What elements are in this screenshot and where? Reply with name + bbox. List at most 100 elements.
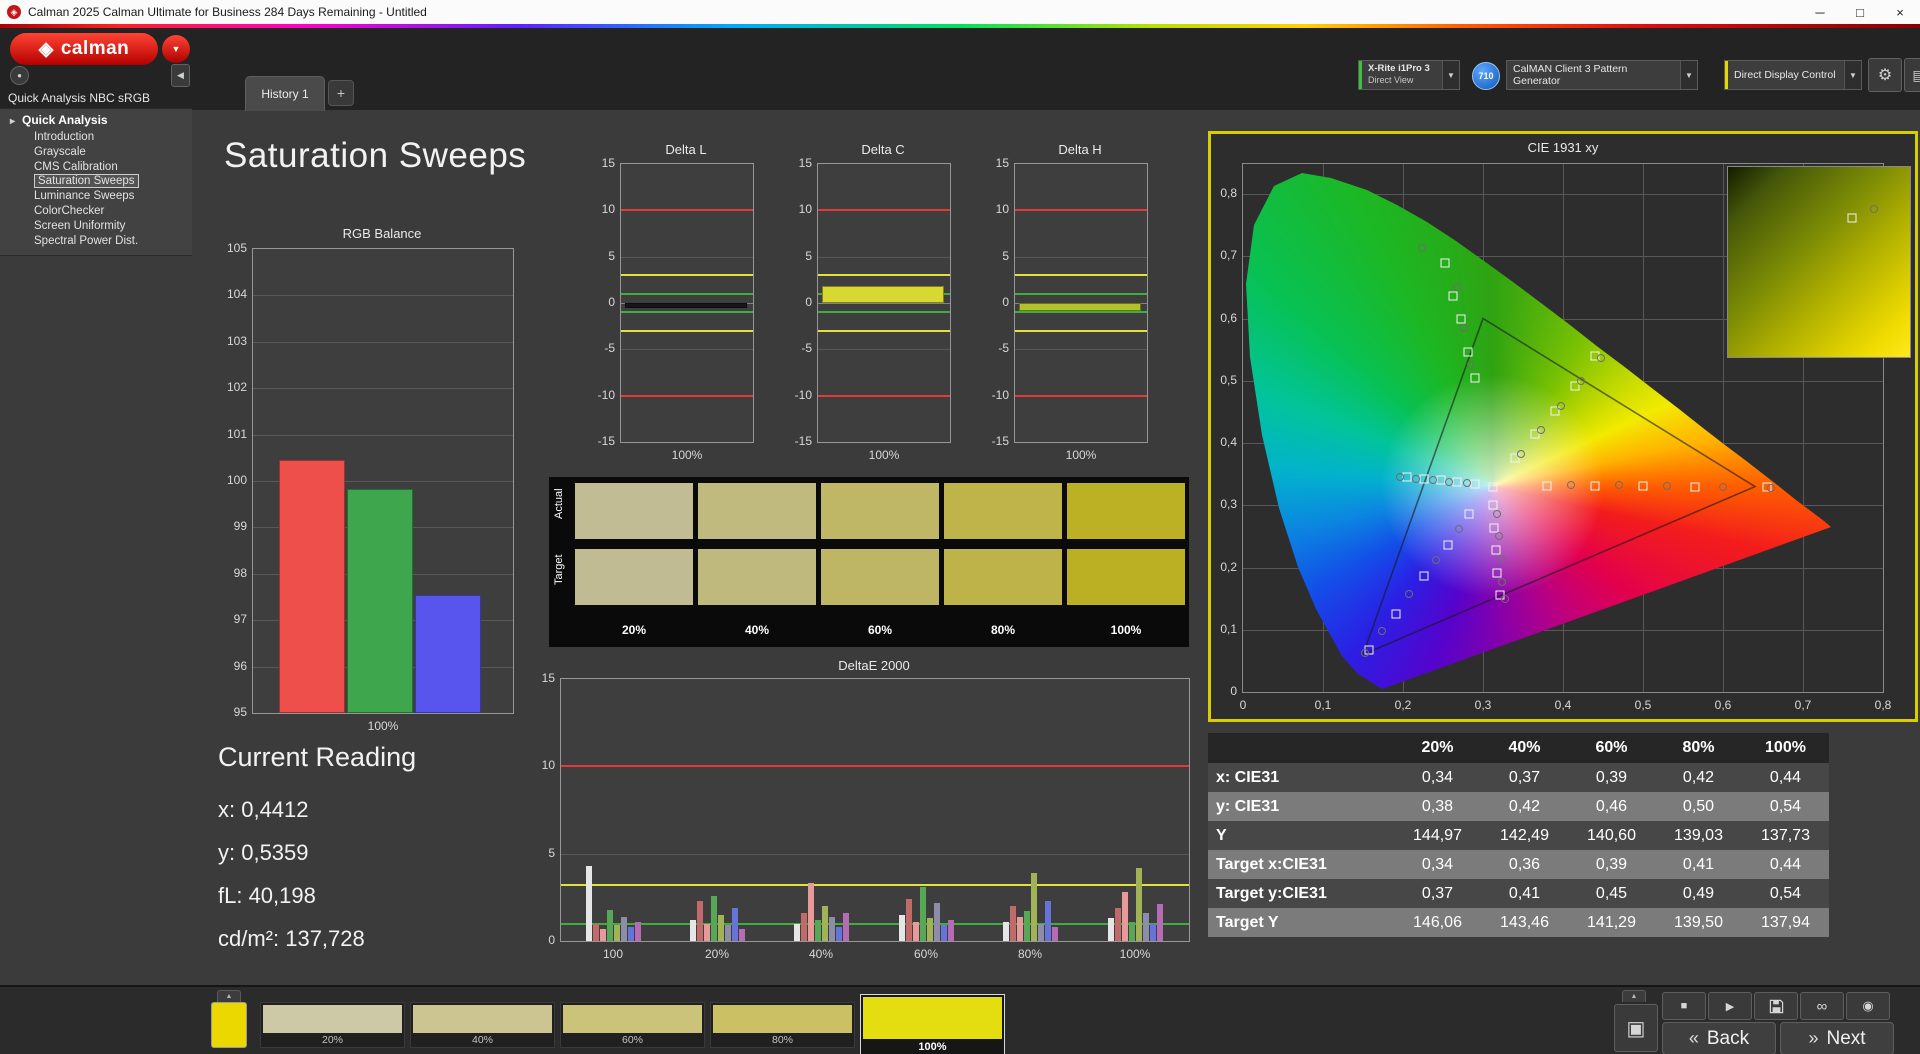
table-value-cell: 0,39: [1568, 850, 1655, 879]
target-point: [1489, 523, 1499, 533]
chevron-left-icon: ◀: [177, 70, 184, 80]
tolerance-line: [621, 394, 753, 397]
continuous-measure-button[interactable]: ∞: [1800, 992, 1844, 1020]
measured-point: [1767, 483, 1775, 492]
delta-e-bar: [613, 925, 620, 941]
bottom-bar: ▲ 20% 40% 60% 80% 100% ▲ ▣ ■ ▶ ∞ ◉ « Bac…: [0, 985, 1920, 1054]
sidebar-item-luminance-sweeps[interactable]: Luminance Sweeps: [0, 189, 192, 204]
back-button[interactable]: « Back: [1662, 1022, 1776, 1054]
pattern-swatch-80%[interactable]: 80%: [710, 1002, 855, 1048]
minimize-button[interactable]: ─: [1800, 0, 1840, 24]
pattern-generator-dropdown[interactable]: CalMAN Client 3 Pattern Generator ▼: [1506, 60, 1698, 90]
table-value-cell: 0,54: [1742, 879, 1829, 908]
workspace-layout-button[interactable]: ▤: [1904, 58, 1920, 92]
pattern-swatch-40%[interactable]: 40%: [410, 1002, 555, 1048]
transport-collapse-button[interactable]: ▲: [1622, 990, 1646, 1002]
target-swatch-20%: [575, 549, 693, 605]
delta-e-bar: [800, 913, 807, 941]
sidebar-item-label: Screen Uniformity: [34, 219, 126, 232]
calman-diamond-icon: ◈: [38, 38, 54, 60]
pattern-tray-collapse-button[interactable]: ▲: [217, 990, 241, 1002]
table-value-cell: 144,97: [1394, 821, 1481, 850]
sidebar-item-spectral-power-dist-[interactable]: Spectral Power Dist.: [0, 234, 192, 249]
delta-bar: [822, 286, 944, 303]
pattern-swatch-100%[interactable]: 100%: [860, 994, 1005, 1054]
sidebar-item-label: Saturation Sweeps: [34, 174, 139, 189]
table-value-cell: 0,42: [1655, 763, 1742, 792]
next-button[interactable]: » Next: [1780, 1022, 1894, 1054]
table-value-cell: 0,54: [1742, 792, 1829, 821]
measured-point: [1395, 472, 1404, 481]
target-swatch-80%: [944, 549, 1062, 605]
save-button[interactable]: [1754, 992, 1798, 1020]
table-value-cell: 137,73: [1742, 821, 1829, 850]
single-measure-button[interactable]: ◉: [1846, 992, 1890, 1020]
meter-mode: Direct View: [1368, 75, 1414, 86]
current-reading-title: Current Reading: [218, 742, 417, 772]
measured-point: [1719, 482, 1727, 491]
sidebar-item-label: Grayscale: [34, 145, 86, 158]
dot-icon: ●: [17, 71, 22, 80]
chevron-down-icon: ▼: [1844, 61, 1861, 89]
measured-point: [1567, 480, 1575, 489]
table-row: Target x:CIE31 0,34 0,36 0,39 0,41 0,44: [1208, 850, 1829, 879]
save-icon: [1769, 999, 1783, 1013]
rgb-balance-plot: 100% 95 96 97 98 99 100 101 102 103 104 105: [227, 241, 514, 733]
pattern-swatch-60%[interactable]: 60%: [560, 1002, 705, 1048]
target-point: [1436, 475, 1446, 485]
delta-e-bar: [1107, 918, 1114, 941]
collapse-sidebar-button[interactable]: ◀: [171, 64, 190, 87]
sidebar-item-colorchecker[interactable]: ColorChecker: [0, 204, 192, 219]
sidebar-item-cms-calibration[interactable]: CMS Calibration: [0, 160, 192, 175]
page-title: Saturation Sweeps: [224, 136, 527, 175]
main-menu-button[interactable]: ▼: [162, 35, 190, 63]
sidebar-item-saturation-sweeps[interactable]: Saturation Sweeps: [0, 174, 192, 189]
table-row-label: Target x:CIE31: [1208, 850, 1394, 879]
delta-e-bar: [592, 923, 599, 941]
delta-e-bar: [842, 913, 849, 941]
chevron-down-icon: ▼: [1442, 61, 1459, 89]
tolerance-line: [621, 329, 753, 332]
tolerance-line: [818, 311, 950, 314]
table-value-cell: 0,38: [1394, 792, 1481, 821]
calman-logo[interactable]: ◈ calman: [10, 33, 158, 65]
gear-icon: ⚙: [1877, 67, 1893, 84]
tab-history-1[interactable]: History 1: [245, 76, 325, 111]
cie-chart-title: CIE 1931 xy: [1527, 140, 1599, 155]
measured-point: [1493, 510, 1502, 518]
saturation-swatch-grid: Actual Target 20% 40% 60% 80% 100%: [549, 477, 1189, 647]
close-button[interactable]: ×: [1880, 0, 1920, 24]
play-button[interactable]: ▶: [1708, 992, 1752, 1020]
pattern-swatch-20%[interactable]: 20%: [260, 1002, 405, 1048]
rgb-bar-red: [279, 460, 345, 713]
table-row-label: x: CIE31: [1208, 763, 1394, 792]
add-tab-button[interactable]: +: [328, 80, 354, 106]
sidebar-item-screen-uniformity[interactable]: Screen Uniformity: [0, 219, 192, 234]
current-reading: Current Reading x: 0,4412 y: 0,5359 fL: …: [218, 742, 417, 951]
sidebar-item-introduction[interactable]: Introduction: [0, 130, 192, 145]
table-value-cell: 0,41: [1481, 879, 1568, 908]
profile-button[interactable]: ●: [10, 66, 29, 85]
measured-point: [1405, 589, 1414, 598]
table-corner-cell: [1208, 733, 1394, 763]
sidebar-item-grayscale[interactable]: Grayscale: [0, 145, 192, 160]
table-row: Target y:CIE31 0,37 0,41 0,45 0,49 0,54: [1208, 879, 1829, 908]
settings-button[interactable]: ⚙: [1868, 58, 1902, 92]
display-control-dropdown[interactable]: Direct Display Control ▼: [1724, 60, 1862, 90]
actual-swatch-60%: [821, 483, 939, 539]
delta-c-xlabel: 100%: [868, 448, 900, 462]
rgb-bar-green: [347, 489, 413, 713]
measured-point: [1556, 402, 1565, 411]
maximize-button[interactable]: □: [1840, 0, 1880, 24]
stop-button[interactable]: ■: [1662, 992, 1706, 1020]
capture-icon: ◉: [1862, 998, 1874, 1013]
tolerance-line: [621, 292, 753, 295]
delta-e-bar: [1135, 867, 1142, 941]
pattern-window-button[interactable]: [211, 1002, 247, 1048]
tree-root-quick-analysis[interactable]: ▸ Quick Analysis: [0, 113, 192, 130]
swatch-column-label: 60%: [867, 623, 893, 637]
table-row-label: Target Y: [1208, 908, 1394, 937]
meter-dropdown[interactable]: X-Rite i1Pro 3 Direct View ▼: [1358, 60, 1460, 90]
pattern-preview-button[interactable]: ▣: [1614, 1004, 1658, 1052]
target-row-label: Target: [553, 554, 565, 585]
